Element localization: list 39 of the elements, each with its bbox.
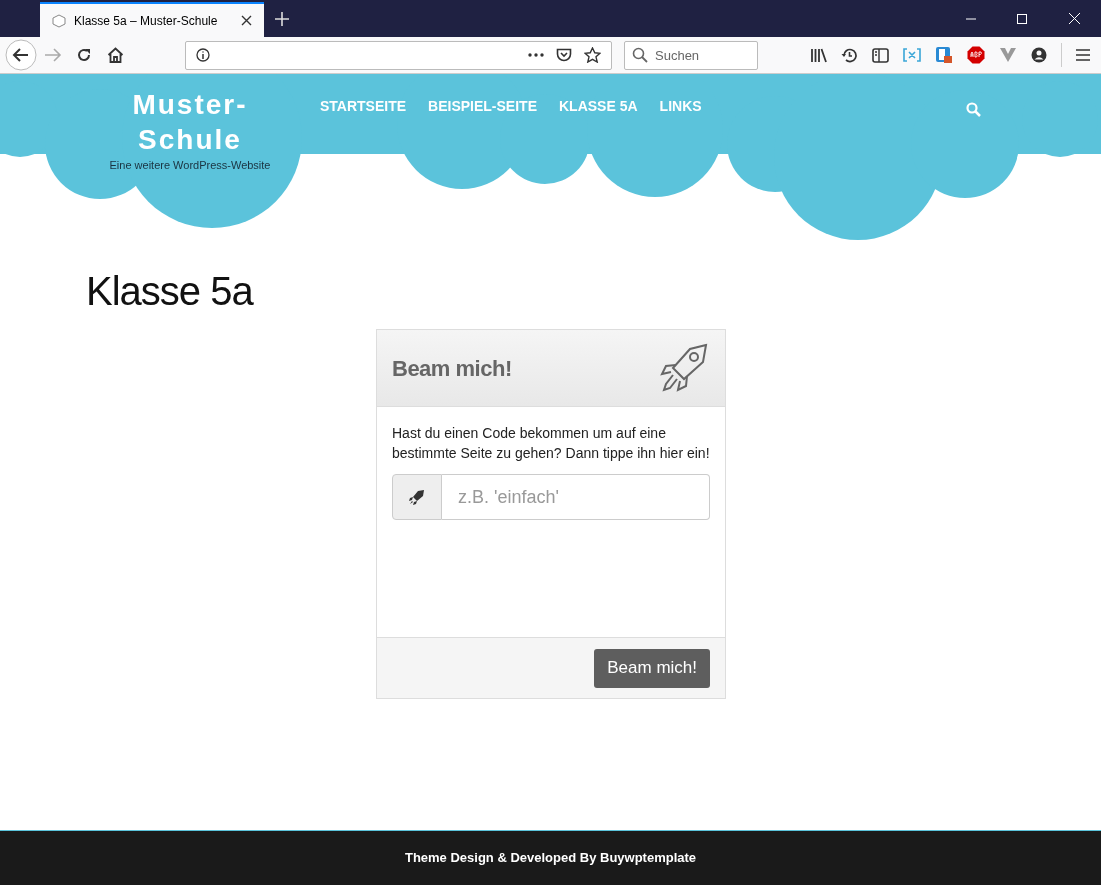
site-title[interactable]: Muster-Schule bbox=[115, 87, 265, 157]
sidebar-icon[interactable] bbox=[872, 47, 889, 63]
close-window-icon[interactable] bbox=[1069, 13, 1080, 24]
rocket-icon bbox=[409, 489, 425, 505]
bracket-x-icon[interactable] bbox=[903, 48, 921, 62]
footer-credit: Theme Design & Developed By Buywptemplate bbox=[404, 849, 697, 868]
nav-link[interactable]: STARTSEITE bbox=[320, 96, 407, 114]
history-icon[interactable] bbox=[841, 46, 858, 64]
widget-title: Beam mich! bbox=[392, 354, 512, 383]
more-icon[interactable] bbox=[528, 53, 544, 57]
info-icon[interactable] bbox=[196, 48, 210, 62]
library-icon[interactable] bbox=[810, 47, 827, 63]
nav-link[interactable]: LINKS bbox=[659, 96, 702, 114]
back-icon[interactable] bbox=[5, 39, 37, 71]
tab-title: Klasse 5a – Muster-Schule bbox=[74, 12, 219, 30]
search-icon bbox=[632, 46, 648, 63]
menu-icon[interactable] bbox=[1076, 49, 1090, 61]
maximize-icon[interactable] bbox=[1017, 13, 1027, 24]
lock-badge-icon[interactable] bbox=[935, 46, 953, 64]
new-tab-icon[interactable] bbox=[275, 12, 289, 26]
pocket-icon[interactable] bbox=[556, 47, 572, 63]
v-shape-icon[interactable] bbox=[999, 47, 1017, 63]
widget-description: Hast du einen Code bekommen um auf eine bestimmte Seite zu gehen? Dann tippe ihn hier ein! bbox=[392, 424, 710, 463]
browser-tab[interactable]: Klasse 5a – Muster-Schule bbox=[40, 2, 264, 37]
adblock-icon[interactable] bbox=[967, 46, 985, 64]
account-icon[interactable] bbox=[1031, 47, 1047, 63]
beam-button[interactable]: Beam mich! bbox=[594, 648, 710, 688]
close-tab-icon[interactable] bbox=[241, 15, 252, 26]
nav-link[interactable]: KLASSE 5A bbox=[559, 96, 638, 114]
home-icon[interactable] bbox=[107, 47, 124, 63]
page-heading: Klasse 5a bbox=[86, 268, 255, 315]
site-favicon-icon bbox=[52, 13, 66, 28]
nav-link[interactable]: BEISPIEL-SEITE bbox=[428, 96, 537, 114]
site-tagline: Eine weitere WordPress-Website bbox=[109, 158, 271, 173]
code-input-field[interactable]: z.B. 'einfach' bbox=[442, 474, 710, 520]
bookmark-star-icon[interactable] bbox=[584, 47, 601, 63]
rocket-icon bbox=[658, 342, 710, 394]
search-field[interactable]: Suchen bbox=[624, 40, 758, 70]
reload-icon[interactable] bbox=[76, 47, 92, 63]
